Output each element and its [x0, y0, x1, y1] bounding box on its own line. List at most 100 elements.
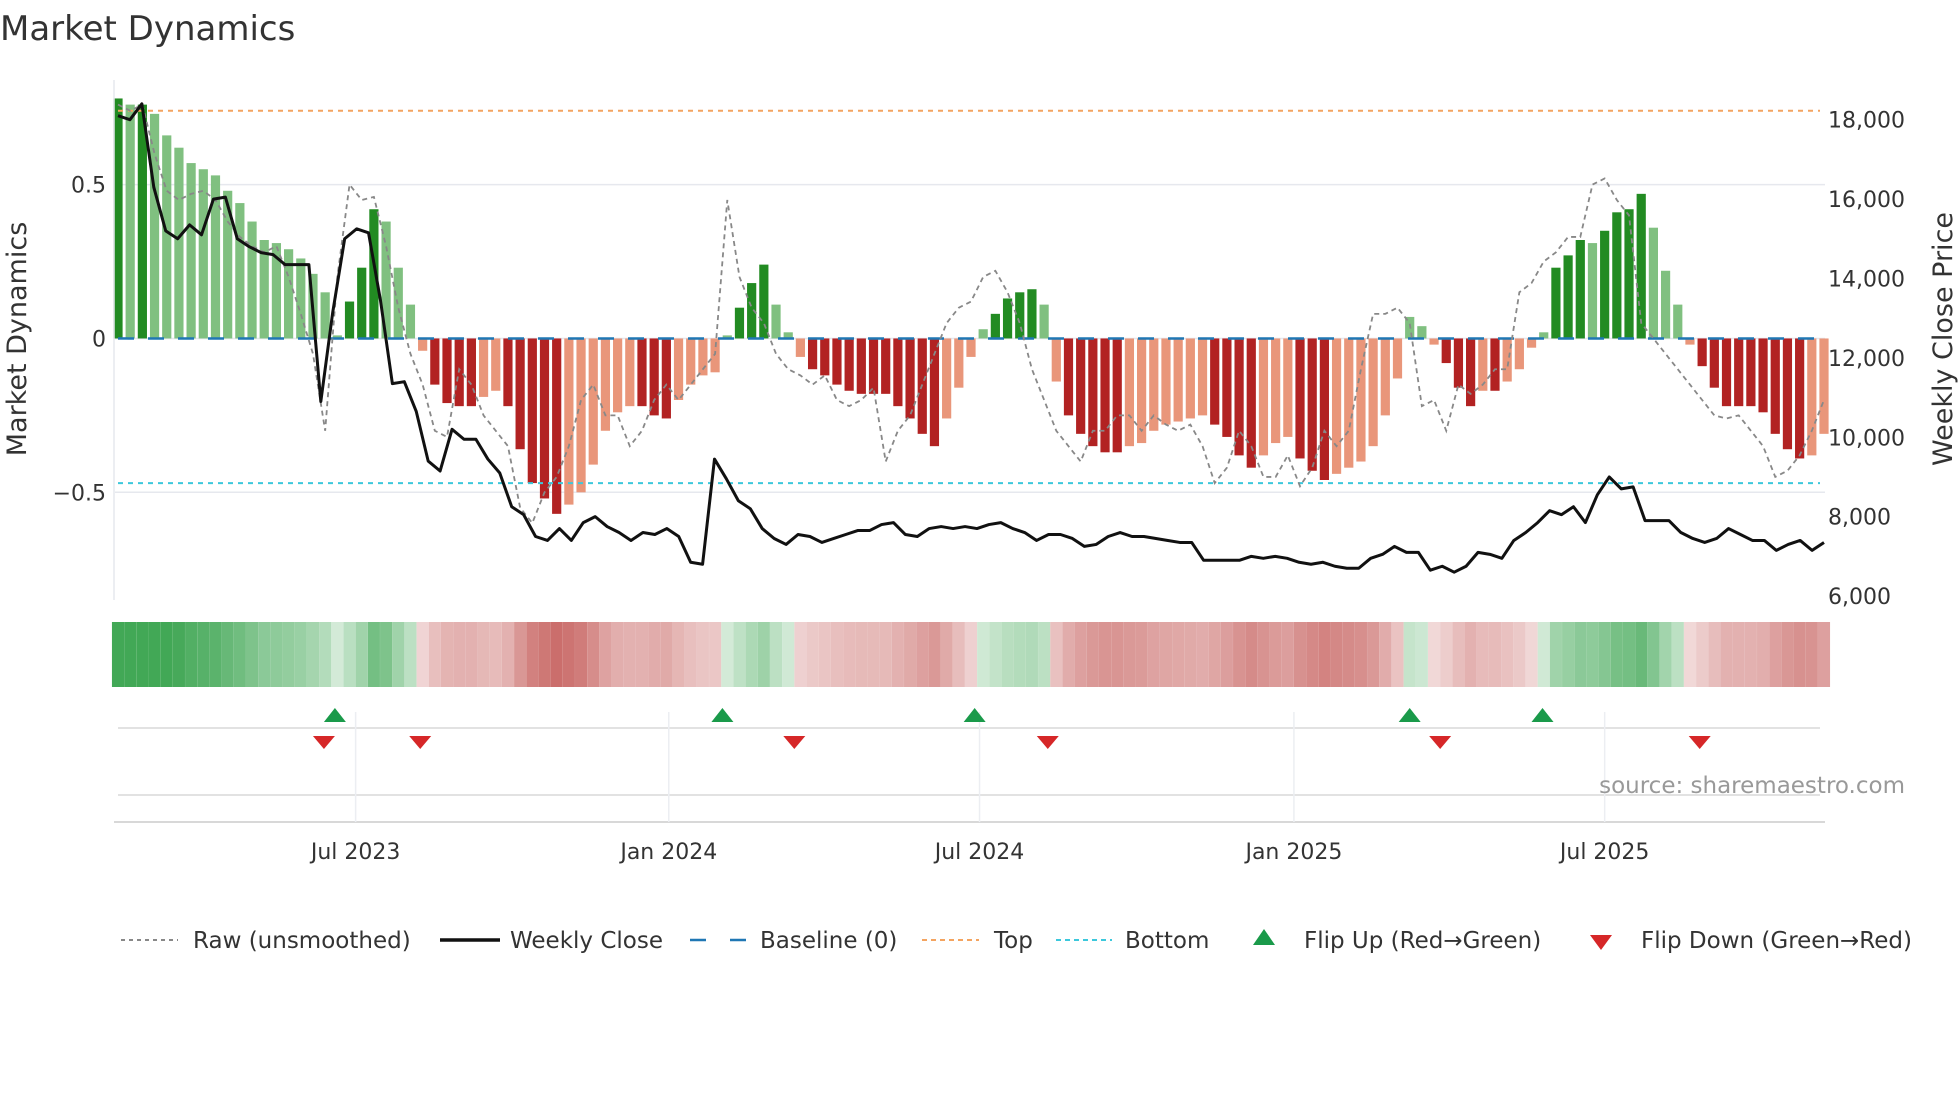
regime-strip-cell — [648, 622, 661, 687]
right-tick-label: 12,000 — [1828, 347, 1905, 372]
regime-strip-cell — [1184, 622, 1197, 687]
momentum-bar — [1112, 338, 1122, 453]
regime-strip-cell — [757, 622, 770, 687]
regime-strip-cell — [380, 622, 393, 687]
legend-label: Raw (unsmoothed) — [193, 928, 411, 954]
regime-strip-cell — [1488, 622, 1502, 687]
momentum-bar — [1295, 338, 1305, 459]
regime-strip-cell — [124, 622, 137, 687]
regime-strip-cell — [1330, 622, 1343, 687]
regime-strip-cell — [977, 622, 990, 687]
regime-strip-cell — [538, 622, 551, 687]
regime-strip-cell — [794, 622, 807, 687]
momentum-bar — [1575, 240, 1585, 339]
regime-strip-cell — [1415, 622, 1428, 687]
momentum-bar — [1551, 267, 1561, 339]
regime-strip-cell — [684, 622, 697, 687]
regime-strip-cell — [258, 622, 271, 687]
momentum-bar — [1795, 338, 1805, 459]
regime-strip-cell — [1196, 622, 1209, 687]
regime-strip-cell — [696, 622, 709, 687]
flip-up-marker — [323, 708, 346, 722]
momentum-bar — [1002, 298, 1013, 339]
regime-strip-cell — [1062, 622, 1075, 687]
regime-strip-cell — [1720, 622, 1733, 687]
momentum-bar — [1514, 338, 1524, 370]
flip-up-marker — [963, 708, 986, 722]
regime-strip-cell — [343, 622, 356, 687]
momentum-bar — [503, 338, 513, 407]
regime-strip-cell — [1172, 622, 1185, 687]
regime-strip-cell — [1525, 622, 1538, 687]
momentum-bar — [1709, 338, 1719, 388]
x-tick-label: Jul 2023 — [309, 840, 401, 865]
momentum-bar — [1076, 338, 1086, 434]
regime-strip-cell — [1659, 622, 1672, 687]
regime-strip-cell — [769, 622, 783, 687]
momentum-bar — [235, 203, 245, 339]
momentum-bar — [1648, 227, 1658, 339]
regime-strip-cell — [160, 622, 173, 687]
momentum-bar — [1612, 212, 1622, 339]
regime-strip-cell — [672, 622, 685, 687]
regime-strip-cell — [611, 622, 624, 687]
momentum-bar — [442, 338, 452, 404]
momentum-bar — [1124, 338, 1135, 447]
regime-strip-cell — [660, 622, 673, 687]
momentum-bar — [1149, 338, 1159, 431]
momentum-bar — [1673, 304, 1683, 339]
market-dynamics-chart: Market Dynamics Market Dynamics Weekly C… — [0, 9, 1959, 954]
momentum-bar — [174, 147, 184, 339]
regime-strip-cell — [575, 622, 588, 687]
regime-strip-cell — [1220, 622, 1233, 687]
momentum-bar — [1173, 338, 1183, 422]
regime-strip-cell — [1306, 622, 1319, 687]
regime-strip-cell — [1050, 622, 1063, 687]
momentum-bar — [552, 338, 562, 514]
regime-strip-cell — [1501, 622, 1514, 687]
regime-strip-cell — [136, 622, 149, 687]
regime-strip-cell — [331, 622, 344, 687]
momentum-bar — [1453, 338, 1464, 388]
momentum-bar — [478, 338, 489, 397]
regime-strip-cell — [294, 622, 307, 687]
regime-strip-cell — [745, 622, 758, 687]
momentum-bar — [149, 113, 160, 339]
flip-up-marker — [1531, 708, 1554, 722]
momentum-bar — [600, 338, 611, 431]
momentum-bar — [637, 338, 647, 407]
momentum-bar — [1734, 338, 1744, 407]
momentum-bar — [1368, 338, 1378, 447]
regime-strip-cell — [550, 622, 563, 687]
regime-strip-cell — [1403, 622, 1416, 687]
momentum-bar — [1697, 338, 1707, 367]
momentum-bar — [1660, 270, 1671, 339]
regime-strip-cell — [562, 622, 575, 687]
momentum-bar — [1587, 243, 1598, 339]
right-tick-label: 18,000 — [1828, 109, 1905, 134]
flip-down-marker — [1036, 736, 1059, 749]
momentum-bar — [1758, 338, 1768, 413]
momentum-bar — [1356, 338, 1366, 462]
regime-strip-cell — [1111, 622, 1124, 687]
momentum-bar — [564, 338, 574, 505]
chart-title: Market Dynamics — [0, 9, 295, 49]
momentum-bar — [284, 249, 294, 339]
momentum-bar — [491, 338, 501, 391]
momentum-bar — [357, 267, 367, 339]
momentum-bar — [661, 338, 671, 419]
momentum-bar — [1185, 338, 1195, 419]
regime-strip-cell — [1428, 622, 1441, 687]
flip-down-marker — [783, 736, 806, 749]
left-axis-label: Market Dynamics — [2, 222, 33, 457]
regime-strip-cell — [1586, 622, 1599, 687]
regime-strip-cell — [245, 622, 259, 687]
regime-strip-cell — [221, 622, 234, 687]
regime-strip-cell — [453, 622, 466, 687]
momentum-bar — [125, 104, 135, 339]
x-tick-label: Jul 2025 — [1558, 840, 1650, 865]
regime-strip-cell — [1781, 622, 1794, 687]
legend-label: Weekly Close — [510, 928, 663, 954]
momentum-bar — [734, 307, 745, 339]
regime-strip-cell — [1123, 622, 1136, 687]
